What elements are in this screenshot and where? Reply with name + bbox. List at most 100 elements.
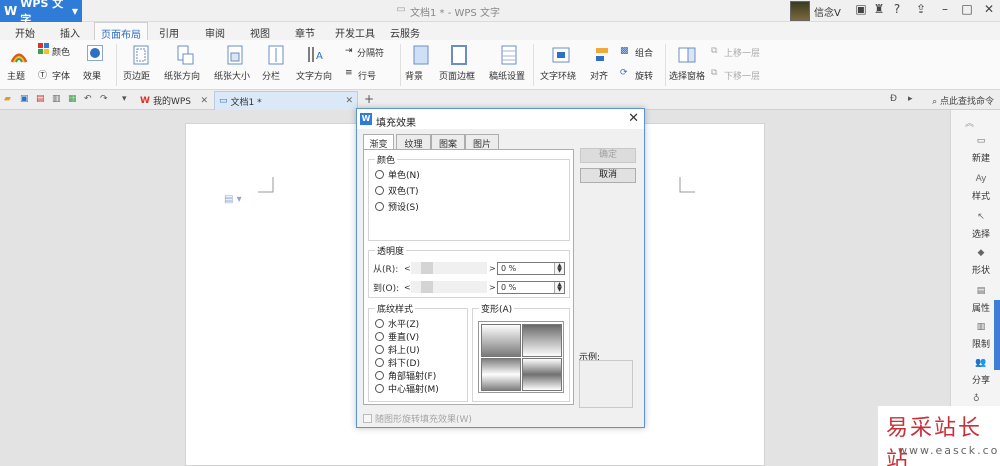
chevron-down-icon[interactable]: ▾: [122, 94, 133, 105]
restore-pane-icon[interactable]: ⇪: [912, 2, 930, 16]
tab-page-layout[interactable]: 页面布局: [94, 22, 148, 41]
radio-horizontal[interactable]: 水平(Z): [375, 317, 419, 330]
group-button[interactable]: 组合: [635, 46, 653, 59]
radio-diagonal-up[interactable]: 斜上(U): [375, 343, 420, 356]
pdf-icon[interactable]: ▤: [36, 94, 47, 105]
maximize-icon[interactable]: □: [958, 2, 976, 16]
dialog-title-bar[interactable]: W 填充效果 ✕: [357, 109, 644, 129]
paste-options-icon[interactable]: ▤ ▾: [224, 194, 242, 205]
variant-4[interactable]: [522, 358, 562, 391]
cancel-button[interactable]: 取消: [580, 168, 636, 183]
slider-left-arrow[interactable]: <: [404, 264, 411, 273]
grid-paper-button[interactable]: 稿纸设置: [489, 69, 525, 82]
spinner-icon[interactable]: ▲ ▼: [554, 262, 564, 274]
variant-2[interactable]: [522, 324, 562, 357]
app-menu-button[interactable]: W WPS 文字 ▼: [0, 0, 82, 26]
tab-pattern[interactable]: 图案: [431, 134, 465, 150]
transparency-from-input[interactable]: 0 % ▲ ▼: [497, 261, 565, 275]
transparency-to-input[interactable]: 0 % ▲ ▼: [497, 280, 565, 294]
spell-icon[interactable]: Ð: [890, 94, 901, 105]
panel-shape[interactable]: ◆ 形状: [961, 248, 1000, 276]
close-icon[interactable]: ✕: [980, 2, 998, 16]
align-button[interactable]: 对齐: [590, 69, 608, 82]
background-button[interactable]: 背景: [405, 69, 423, 82]
page-break-button[interactable]: 分隔符: [357, 46, 384, 59]
track-icon[interactable]: ▸: [908, 94, 919, 105]
skin-icon[interactable]: ▣: [852, 2, 870, 16]
tab-references[interactable]: 引用: [159, 25, 179, 40]
radio-diagonal-down[interactable]: 斜下(D): [375, 356, 420, 369]
tab-cloud[interactable]: 云服务: [390, 25, 420, 40]
slider-left-arrow[interactable]: <: [404, 283, 411, 292]
transparency-from-slider[interactable]: [411, 262, 487, 274]
panel-style[interactable]: Ay 样式: [961, 174, 1000, 202]
send-backward-button[interactable]: 下移一层: [724, 69, 760, 82]
variant-3[interactable]: [481, 358, 521, 391]
panel-new[interactable]: ▭ 新建: [961, 136, 1000, 164]
sample-preview: [579, 360, 633, 408]
columns-button[interactable]: 分栏: [262, 69, 280, 82]
rotate-with-shape-checkbox[interactable]: 随图形旋转填充效果(W): [363, 412, 472, 425]
spinner-icon[interactable]: ▲ ▼: [554, 281, 564, 293]
panel-select[interactable]: ↖ 选择: [961, 212, 1000, 240]
user-account[interactable]: 信念V: [790, 0, 841, 22]
effect-button[interactable]: 效果: [83, 69, 101, 82]
redo-icon[interactable]: ↷: [100, 94, 111, 105]
minimize-icon[interactable]: –: [936, 2, 954, 16]
font-button[interactable]: 字体: [52, 69, 70, 82]
selection-pane-button[interactable]: 选择窗格: [669, 69, 705, 82]
close-tab-icon[interactable]: ✕: [345, 96, 353, 106]
tab-view[interactable]: 视图: [250, 25, 270, 40]
tab-insert[interactable]: 插入: [60, 25, 80, 40]
theme-button[interactable]: 主题: [7, 69, 25, 82]
close-icon[interactable]: ✕: [628, 111, 639, 126]
tab-document[interactable]: ▭ 文档1 * ✕: [214, 91, 358, 110]
help-icon[interactable]: ?: [888, 2, 906, 16]
slider-right-arrow[interactable]: >: [489, 283, 496, 292]
orientation-button[interactable]: 纸张方向: [164, 69, 200, 82]
slider-thumb[interactable]: [421, 281, 433, 293]
ok-button[interactable]: 确定: [580, 148, 636, 163]
open-folder-icon[interactable]: ▰: [4, 94, 15, 105]
tab-review[interactable]: 审阅: [205, 25, 225, 40]
tab-chapter[interactable]: 章节: [295, 25, 315, 40]
transparency-to-slider[interactable]: [411, 281, 487, 293]
preview-icon[interactable]: ▦: [68, 94, 79, 105]
radio-single-color[interactable]: 单色(N): [375, 168, 420, 181]
save-icon[interactable]: ▣: [20, 94, 31, 105]
margin-button[interactable]: 页边距: [123, 69, 150, 82]
radio-from-center[interactable]: 中心辐射(M): [375, 382, 439, 395]
command-search[interactable]: ⌕ 点此查找命令: [932, 94, 994, 107]
color-button[interactable]: 颜色: [52, 45, 70, 58]
chevron-up-icon[interactable]: ︽: [965, 116, 974, 129]
variant-1[interactable]: [481, 324, 521, 357]
line-number-button[interactable]: 行号: [358, 69, 376, 82]
gradient-panel: 颜色 单色(N) 双色(T) 预设(S) 透明度 从(R): < > 0 % ▲ ▼…: [363, 149, 574, 405]
rotate-button[interactable]: 旋转: [635, 69, 653, 82]
badge-icon[interactable]: ♁: [973, 394, 980, 404]
close-tab-icon[interactable]: ✕: [200, 96, 208, 106]
tab-home[interactable]: 开始: [15, 25, 35, 40]
page-size-button[interactable]: 纸张大小: [214, 69, 250, 82]
slider-right-arrow[interactable]: >: [489, 264, 496, 273]
tab-picture[interactable]: 图片: [465, 134, 499, 150]
new-tab-icon[interactable]: +: [364, 92, 375, 106]
page-border-button[interactable]: 页面边框: [439, 69, 475, 82]
radio-from-corner[interactable]: 角部辐射(F): [375, 369, 436, 382]
text-direction-button[interactable]: 文字方向: [296, 69, 332, 82]
separator: [533, 44, 534, 86]
tab-texture[interactable]: 纹理: [396, 134, 431, 150]
radio-preset[interactable]: 预设(S): [375, 200, 419, 213]
bring-forward-button[interactable]: 上移一层: [724, 46, 760, 59]
shirt-icon[interactable]: ♜: [870, 2, 888, 16]
radio-two-colors[interactable]: 双色(T): [375, 184, 419, 197]
text-wrap-button[interactable]: 文字环绕: [540, 69, 576, 82]
print-icon[interactable]: ▥: [52, 94, 63, 105]
tab-my-wps[interactable]: W 我的WPS ✕: [136, 91, 212, 110]
slider-thumb[interactable]: [421, 262, 433, 274]
radio-vertical[interactable]: 垂直(V): [375, 330, 419, 343]
tab-developer[interactable]: 开发工具: [335, 25, 375, 40]
side-collapse-tab[interactable]: [994, 300, 1000, 370]
undo-icon[interactable]: ↶: [84, 94, 95, 105]
wps-logo-icon: W: [360, 113, 372, 125]
